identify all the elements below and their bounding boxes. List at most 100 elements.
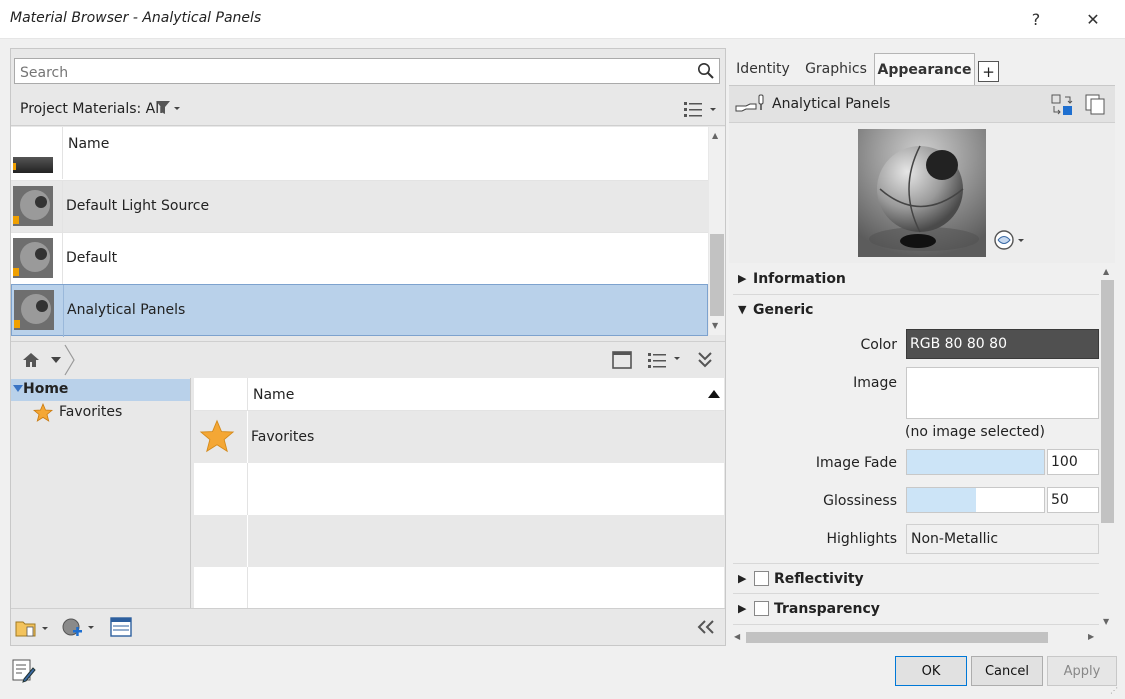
search-input[interactable] (15, 59, 719, 83)
expand-triangle-icon[interactable]: ▶ (738, 272, 746, 285)
panel-layout-icon[interactable] (612, 351, 632, 369)
star-icon (33, 403, 53, 422)
material-list-scrollbar[interactable]: ▲ ▼ (709, 127, 725, 335)
list-item[interactable]: Favorites (194, 411, 724, 463)
search-box[interactable] (14, 58, 720, 84)
help-button[interactable]: ? (1016, 0, 1056, 39)
scroll-left-icon[interactable]: ◀ (734, 632, 740, 641)
empty-row (194, 463, 724, 515)
tree-item-label: Favorites (59, 404, 123, 420)
add-tab-button[interactable]: + (978, 61, 999, 82)
hscrollbar-thumb[interactable] (746, 632, 1048, 643)
tree-item-favorites[interactable]: Favorites (33, 402, 190, 424)
title-bar: Material Browser - Analytical Panels ? ✕ (0, 0, 1125, 39)
tab-graphics[interactable]: Graphics (799, 53, 873, 85)
tree-item-home[interactable]: Home (11, 379, 190, 401)
table-header-row: Name (11, 127, 708, 179)
properties-hscrollbar[interactable]: ◀ ▶ (733, 630, 1100, 645)
cancel-button[interactable]: Cancel (971, 656, 1043, 686)
create-material-icon[interactable] (61, 617, 97, 639)
image-fade-slider[interactable] (906, 449, 1045, 475)
section-label: Transparency (774, 601, 880, 617)
tree-item-label: Home (23, 381, 69, 397)
library-bottom-toolbar (11, 608, 725, 645)
collapse-panel-icon[interactable] (697, 350, 713, 370)
replace-asset-icon[interactable] (1051, 94, 1073, 116)
scroll-right-icon[interactable]: ▶ (1088, 632, 1094, 641)
color-value: RGB 80 80 80 (910, 336, 1007, 352)
ok-button[interactable]: OK (895, 656, 967, 686)
section-label: Information (753, 271, 846, 287)
star-icon (199, 419, 235, 453)
image-slot[interactable] (906, 367, 1099, 419)
library-material-list: Name Favorites (194, 378, 724, 608)
glossiness-slider[interactable] (906, 487, 1045, 513)
asset-name: Analytical Panels (772, 96, 891, 112)
library-view-options-icon[interactable] (647, 351, 683, 369)
list-item-label: Default Light Source (66, 198, 210, 214)
list-item[interactable]: Default (11, 232, 708, 285)
sort-ascending-icon[interactable] (708, 390, 720, 398)
collapse-left-icon[interactable] (696, 619, 716, 635)
warning-marker (13, 163, 16, 170)
asset-browser-icon[interactable] (110, 617, 132, 637)
highlights-value: Non-Metallic (911, 531, 999, 547)
expand-triangle-icon[interactable]: ▶ (738, 572, 746, 585)
reflectivity-checkbox[interactable] (754, 571, 769, 586)
list-item-label: Analytical Panels (67, 302, 186, 318)
scroll-up-icon[interactable]: ▲ (1103, 267, 1109, 276)
material-preview-swatch (858, 129, 986, 257)
scrollbar-thumb[interactable] (710, 234, 724, 316)
library-folder-icon[interactable] (15, 618, 51, 638)
scroll-down-icon[interactable]: ▼ (1103, 617, 1109, 626)
apply-button[interactable]: Apply (1047, 656, 1117, 686)
expand-triangle-icon[interactable]: ▶ (738, 602, 746, 615)
collapse-triangle-icon[interactable]: ▼ (738, 303, 746, 316)
empty-row (194, 567, 724, 608)
tab-appearance[interactable]: Appearance (874, 53, 975, 85)
color-swatch-field[interactable]: RGB 80 80 80 (906, 329, 1099, 359)
list-item[interactable]: Default Light Source (11, 180, 708, 233)
image-fade-input[interactable]: 100 (1047, 449, 1099, 475)
breadcrumb-separator-icon (64, 344, 76, 376)
column-header-name[interactable]: Name (68, 136, 109, 152)
edit-material-icon[interactable] (12, 659, 36, 683)
section-transparency[interactable]: ▶ Transparency (733, 594, 1099, 625)
search-icon[interactable] (697, 62, 715, 80)
duplicate-asset-icon[interactable] (1084, 93, 1106, 115)
view-options-icon[interactable] (683, 100, 719, 118)
scrollbar-thumb[interactable] (1101, 280, 1114, 523)
tab-identity[interactable]: Identity (729, 53, 797, 85)
home-icon[interactable] (22, 352, 40, 368)
section-label: Reflectivity (774, 571, 864, 587)
list-item-selected[interactable]: Analytical Panels (11, 284, 708, 337)
glossiness-input[interactable]: 50 (1047, 487, 1099, 513)
properties-scrollbar[interactable]: ▲ ▼ (1100, 264, 1115, 630)
image-fade-value: 100 (1051, 454, 1078, 470)
section-generic[interactable]: ▼ Generic (733, 295, 1099, 326)
resize-grip-icon[interactable]: ⋰ (1110, 686, 1118, 695)
appearance-properties: ▶ Information ▼ Generic Color RGB 80 80 … (733, 264, 1099, 630)
glossiness-value: 50 (1051, 492, 1069, 508)
section-information[interactable]: ▶ Information (733, 264, 1099, 295)
scroll-up-icon[interactable]: ▲ (712, 131, 718, 140)
filter-icon[interactable] (155, 100, 181, 116)
glossiness-label: Glossiness (823, 493, 897, 509)
asset-header: Analytical Panels (729, 85, 1115, 123)
tree-expand-icon[interactable] (13, 385, 23, 393)
list-item-label: Default (66, 250, 118, 266)
image-status: (no image selected) (905, 424, 1045, 440)
section-label: Generic (753, 302, 814, 318)
column-header-name[interactable]: Name (253, 387, 294, 403)
highlights-select[interactable]: Non-Metallic (906, 524, 1099, 554)
section-reflectivity[interactable]: ▶ Reflectivity (733, 563, 1099, 594)
chevron-down-icon[interactable] (51, 356, 61, 364)
eyedropper-hand-icon[interactable] (734, 94, 766, 114)
scroll-down-icon[interactable]: ▼ (712, 321, 718, 330)
transparency-checkbox[interactable] (754, 601, 769, 616)
image-label: Image (853, 375, 897, 391)
render-settings-icon[interactable] (992, 229, 1028, 251)
close-button[interactable]: ✕ (1073, 0, 1113, 39)
list-item-label: Favorites (251, 429, 315, 445)
material-thumbnail (13, 238, 53, 278)
